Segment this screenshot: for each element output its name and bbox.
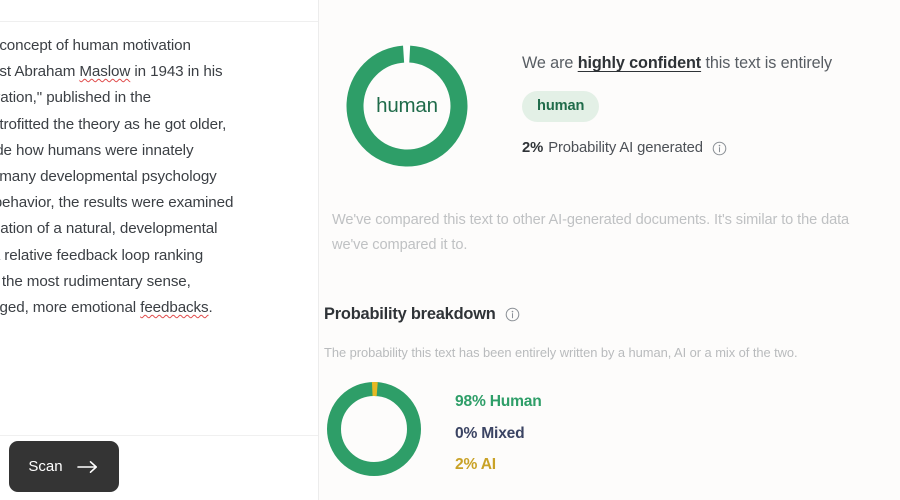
info-icon[interactable] [712, 141, 727, 156]
ai-probability-label: Probability AI generated [548, 140, 703, 156]
info-icon[interactable] [505, 307, 520, 322]
breakdown-title: Probability breakdown [324, 305, 520, 324]
status-badge: human [522, 91, 600, 122]
document-line: roup in the most rudimentary sense, [1, 272, 191, 290]
verdict-text-block: We are highly confident this text is ent… [522, 40, 832, 156]
comparison-note: We've compared this text to other AI-gen… [332, 212, 850, 253]
document-panel: ds is a concept of human motivation cholo… [0, 0, 319, 500]
document-line: o include how humans were innately [0, 141, 194, 159]
document-line: explanation of a natural, developmental [0, 220, 218, 238]
scan-button-label: Scan [28, 458, 63, 475]
document-line: slow retrofitted the theory as he got ol… [0, 115, 227, 133]
document-line: er, like many developmental psychology [0, 168, 217, 186]
scan-button[interactable]: Scan [9, 441, 119, 492]
verdict-headline-prefix: We are [522, 54, 578, 72]
document-line: uman behavior, the results were examined [0, 194, 234, 212]
legend-item: 98% Human [455, 393, 542, 410]
breakdown-legend: 98% Human 0% Mixed 2% AI [455, 379, 542, 481]
breakdown-chart-row: 98% Human 0% Mixed 2% AI [324, 379, 542, 481]
document-bottom-divider [0, 435, 318, 436]
result-panel: human We are highly confident this text … [319, 0, 900, 500]
breakdown-title-label: Probability breakdown [324, 305, 496, 323]
probability-breakdown-donut [324, 379, 424, 479]
ai-detector-app: ds is a concept of human motivation cholo… [0, 0, 900, 500]
verdict-section: human We are highly confident this text … [341, 40, 832, 172]
breakdown-subtitle: The probability this text has been entir… [324, 345, 798, 360]
donut-center-label: human [376, 94, 438, 117]
document-line: chologist Abraham Maslow in 1943 in his [0, 63, 223, 81]
ai-probability-line: 2% Probability AI generated [522, 140, 832, 156]
document-line: nowledged, more emotional feedbacks. [0, 299, 213, 317]
document-line: ds is a concept of human motivation [0, 37, 191, 54]
legend-item: 2% AI [455, 456, 496, 473]
legend-item: 0% Mixed [455, 424, 525, 442]
spelling-error-word: feedbacks [140, 299, 209, 317]
document-top-divider [0, 21, 318, 22]
verdict-headline-emphasis: highly confident [577, 54, 702, 72]
donut-chart-human-confidence: human [341, 40, 473, 172]
spelling-error-word: Maslow [79, 63, 131, 81]
document-body-text[interactable]: ds is a concept of human motivation cholo… [0, 33, 318, 321]
verdict-headline: We are highly confident this text is ent… [522, 54, 832, 73]
document-line: n Motivation," published in the [0, 89, 152, 107]
verdict-headline-suffix: this text is entirely [701, 54, 833, 72]
document-line: ory is a relative feedback loop ranking [0, 246, 204, 264]
arrow-right-icon [76, 460, 100, 474]
ai-probability-value: 2% [522, 140, 544, 156]
